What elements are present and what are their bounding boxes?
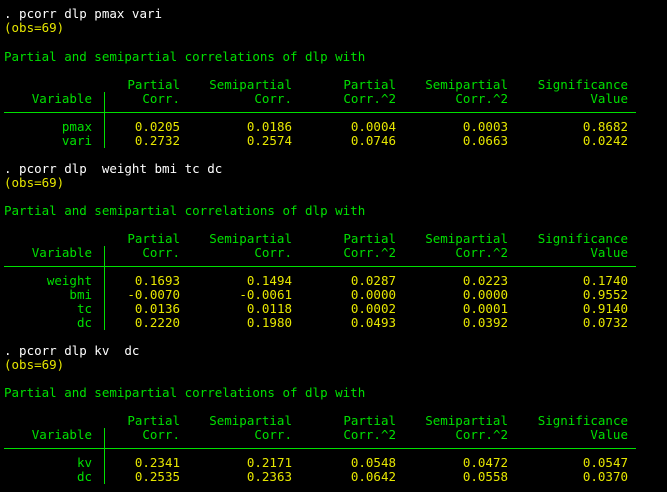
cell-partial-corr: 0.2732 [134,133,180,148]
header-partial-corr2-top: Partial [343,77,396,92]
cell-significance: 0.0547 [582,455,628,470]
table-heading: Partial and semipartial correlations of … [4,49,366,64]
cell-partial-corr2: 0.0493 [350,315,396,330]
cell-semipartial-corr2: 0.0000 [462,287,508,302]
cell-significance: 0.0732 [582,315,628,330]
header-partial-corr-top: Partial [127,231,180,246]
header-variable: Variable [31,91,92,106]
header-significance: Value [590,91,628,106]
header-semipartial-corr-top: Semipartial [209,413,292,428]
header-semipartial-corr-top: Semipartial [209,231,292,246]
cell-partial-corr: 0.2220 [134,315,180,330]
cell-partial-corr: 0.2535 [134,469,180,484]
cell-semipartial-corr: 0.0118 [246,301,292,316]
cell-semipartial-corr2: 0.0558 [462,469,508,484]
obs-count: (obs=69) [4,175,65,190]
header-significance: Value [590,427,628,442]
cell-partial-corr2: 0.0746 [350,133,396,148]
cell-significance: 0.9140 [582,301,628,316]
cell-partial-corr: 0.1693 [134,273,180,288]
header-partial-corr-top: Partial [127,413,180,428]
cell-semipartial-corr2: 0.0472 [462,455,508,470]
header-significance: Value [590,245,628,260]
row-variable: bmi [69,287,92,302]
header-partial-corr: Corr. [142,245,180,260]
cell-partial-corr: 0.0136 [134,301,180,316]
row-variable: dc [76,315,92,330]
cell-semipartial-corr2: 0.0392 [462,315,508,330]
header-partial-corr: Corr. [142,91,180,106]
header-partial-corr: Corr. [142,427,180,442]
cell-semipartial-corr: 0.0186 [246,119,292,134]
column-divider [104,92,105,114]
cell-semipartial-corr: -0.0061 [239,287,292,302]
cell-partial-corr: 0.0205 [134,119,180,134]
cell-partial-corr2: 0.0002 [350,301,396,316]
cell-semipartial-corr2: 0.0001 [462,301,508,316]
command-line: . pcorr dlp kv dc [4,343,140,358]
cell-semipartial-corr: 0.2574 [246,133,292,148]
cell-significance: 0.0242 [582,133,628,148]
column-divider [104,246,105,268]
header-variable: Variable [31,427,92,442]
cell-significance: 0.9552 [582,287,628,302]
cell-semipartial-corr2: 0.0223 [462,273,508,288]
header-semipartial-corr: Corr. [254,427,292,442]
header-semipartial-corr: Corr. [254,91,292,106]
header-semipartial-corr: Corr. [254,245,292,260]
header-partial-corr2: Corr.^2 [343,91,396,106]
cell-semipartial-corr: 0.2363 [246,469,292,484]
header-significance-top: Significance [537,231,628,246]
header-semipartial-corr2: Corr.^2 [455,427,508,442]
header-semipartial-corr-top: Semipartial [209,77,292,92]
header-partial-corr2: Corr.^2 [343,427,396,442]
header-rule [4,448,636,449]
header-semipartial-corr2-top: Semipartial [425,413,508,428]
table-heading: Partial and semipartial correlations of … [4,385,366,400]
header-partial-corr2-top: Partial [343,413,396,428]
cell-partial-corr2: 0.0642 [350,469,396,484]
obs-count: (obs=69) [4,357,65,372]
command-line: . pcorr dlp weight bmi tc dc [4,161,223,176]
row-variable: dc [76,469,92,484]
obs-count: (obs=69) [4,20,65,35]
header-semipartial-corr2: Corr.^2 [455,91,508,106]
header-significance-top: Significance [537,413,628,428]
cell-semipartial-corr2: 0.0003 [462,119,508,134]
stata-results-window: . pcorr dlp pmax vari (obs=69) Partial a… [0,0,667,492]
cell-partial-corr2: 0.0548 [350,455,396,470]
cell-semipartial-corr: 0.1980 [246,315,292,330]
cell-partial-corr: -0.0070 [127,287,180,302]
row-variable: weight [46,273,92,288]
header-partial-corr2: Corr.^2 [343,245,396,260]
header-partial-corr-top: Partial [127,77,180,92]
header-semipartial-corr2-top: Semipartial [425,231,508,246]
cell-partial-corr2: 0.0004 [350,119,396,134]
cell-semipartial-corr: 0.1494 [246,273,292,288]
header-semipartial-corr2-top: Semipartial [425,77,508,92]
header-rule [4,112,636,113]
row-variable: pmax [61,119,92,134]
cell-significance: 0.1740 [582,273,628,288]
header-variable: Variable [31,245,92,260]
cell-significance: 0.0370 [582,469,628,484]
row-variable: tc [76,301,92,316]
row-variable: kv [76,455,92,470]
command-line: . pcorr dlp pmax vari [4,6,163,21]
column-divider [104,428,105,450]
header-semipartial-corr2: Corr.^2 [455,245,508,260]
cell-partial-corr2: 0.0000 [350,287,396,302]
cell-partial-corr: 0.2341 [134,455,180,470]
header-partial-corr2-top: Partial [343,231,396,246]
header-significance-top: Significance [537,77,628,92]
table-heading: Partial and semipartial correlations of … [4,203,366,218]
cell-semipartial-corr: 0.2171 [246,455,292,470]
row-variable: vari [61,133,92,148]
cell-significance: 0.8682 [582,119,628,134]
cell-partial-corr2: 0.0287 [350,273,396,288]
header-rule [4,266,636,267]
cell-semipartial-corr2: 0.0663 [462,133,508,148]
